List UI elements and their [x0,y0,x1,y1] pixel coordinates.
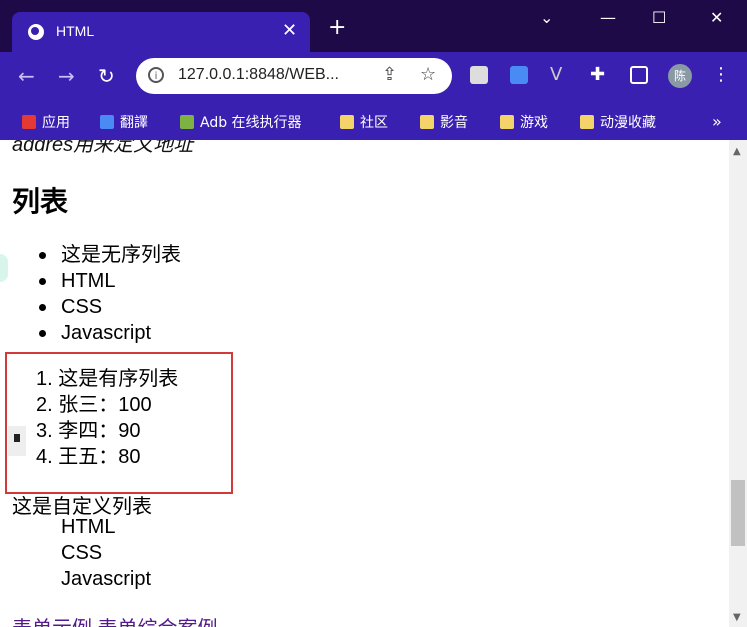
bookmark-games[interactable]: 游戏 [500,112,548,132]
menu-icon[interactable]: ⋮ [712,64,730,85]
title-bar: HTML ✕ + ⌄ — ☐ ✕ [0,0,747,52]
active-tab[interactable]: HTML ✕ [12,12,310,52]
bookmark-community[interactable]: 社区 [340,112,388,132]
floating-widget[interactable] [0,254,8,282]
toolbar: ← → ↻ i 127.0.0.1:8848/WEB... ⇪ ☆ V ✚ 陈 … [0,52,747,102]
tab-close-icon[interactable]: ✕ [282,20,297,41]
list-item: 1. 这是有序列表 [36,368,179,390]
definition-title: 这是自定义列表 [12,496,152,518]
unordered-list: 这是无序列表 HTML CSS Javascript [36,242,181,346]
folder-icon [500,115,514,129]
avatar[interactable]: 陈 [668,64,692,88]
bookmark-media[interactable]: 影音 [420,112,468,132]
bookmark-adb[interactable]: Adb 在线执行器 [180,112,302,132]
definition-item: HTML [61,516,116,538]
minimize-button[interactable]: — [600,8,616,27]
bookmark-apps[interactable]: 应用 [22,112,70,132]
globe-icon [28,24,44,40]
page-content: addres用来定义地址 列表 这是无序列表 HTML CSS Javascri… [0,140,729,627]
android-icon [180,115,194,129]
maximize-button[interactable]: ☐ [652,8,666,27]
list-item: Javascript [36,320,181,346]
scroll-down-icon[interactable]: ▼ [733,612,741,623]
lock-icon[interactable]: i [148,67,164,83]
back-icon[interactable]: ← [18,64,35,88]
puzzle-icon[interactable]: ✚ [590,66,608,84]
page-heading: 列表 [12,186,69,217]
browser-chrome: HTML ✕ + ⌄ — ☐ ✕ ← → ↻ i 127.0.0.1:8848/… [0,0,747,140]
scroll-thumb[interactable] [731,480,745,546]
list-item: 2. 张三：100 [36,394,152,416]
forward-icon[interactable]: → [58,64,75,88]
url-text[interactable]: 127.0.0.1:8848/WEB... [178,66,339,84]
share-icon[interactable]: ⇪ [382,64,397,85]
scrollbar[interactable]: ▲ ▼ [729,140,747,627]
tab-title: HTML [56,23,95,39]
bookmark-anime[interactable]: 动漫收藏 [580,112,656,132]
translate-icon[interactable] [510,66,528,84]
list-item: CSS [36,294,181,320]
address-bar[interactable]: i 127.0.0.1:8848/WEB... ⇪ ☆ [136,58,452,94]
list-item: HTML [36,268,181,294]
ordered-list: 1. 这是有序列表 2. 张三：100 3. 李四：90 4. 王五：80 [36,366,178,470]
extension-v-icon[interactable]: V [550,66,568,84]
list-item: 4. 王五：80 [36,446,141,468]
translate-icon [100,115,114,129]
floating-button[interactable] [8,426,26,456]
new-tab-button[interactable]: + [328,17,346,39]
folder-icon [420,115,434,129]
folder-icon [580,115,594,129]
definition-item: CSS [61,542,103,564]
bookmarks-bar: 应用 翻譯 Adb 在线执行器 社区 影音 游戏 动漫收藏 » [0,102,747,140]
bookmarks-more-icon[interactable]: » [712,112,722,131]
apps-icon [22,115,36,129]
sidepanel-icon[interactable] [630,66,648,84]
close-window-button[interactable]: ✕ [710,8,723,27]
extension-icon[interactable] [470,66,488,84]
folder-icon [340,115,354,129]
bookmark-translate[interactable]: 翻譯 [100,112,148,132]
page-links[interactable]: 表单示例 表单综合案例 [12,612,218,627]
list-item: 3. 李四：90 [36,420,141,442]
list-item: 这是无序列表 [36,242,181,268]
scroll-up-icon[interactable]: ▲ [733,146,741,157]
star-icon[interactable]: ☆ [420,64,436,85]
definition-item: Javascript [61,568,152,590]
address-text: addres用来定义地址 [12,140,194,156]
reload-icon[interactable]: ↻ [98,64,115,88]
tab-search-icon[interactable]: ⌄ [540,8,553,27]
